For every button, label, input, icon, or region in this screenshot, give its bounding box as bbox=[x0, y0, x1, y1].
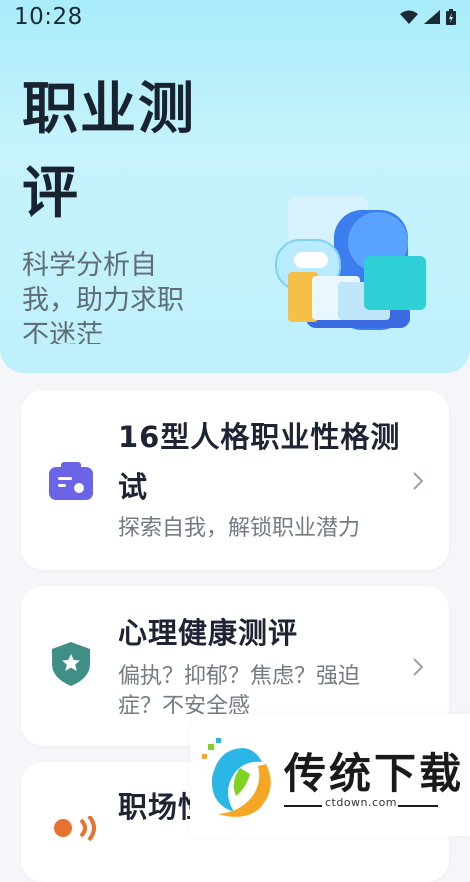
signal-icon bbox=[424, 10, 440, 24]
card-title: 16型人格职业性格测试 bbox=[118, 420, 401, 504]
status-bar: 10:28 bbox=[0, 0, 470, 34]
chevron-right-icon bbox=[413, 472, 424, 490]
battery-icon bbox=[446, 9, 456, 25]
card-description: 探索自我，解锁职业潜力 bbox=[118, 516, 361, 541]
watermark-text: 传统下载 bbox=[284, 749, 465, 798]
logo-icon bbox=[202, 738, 271, 817]
watermark-logo: 传统下载 ctdown.com bbox=[190, 714, 470, 836]
status-icons bbox=[400, 9, 456, 25]
status-time: 10:28 bbox=[14, 4, 83, 30]
divider bbox=[398, 805, 438, 807]
test-card-personality[interactable]: 16型人格职业性格测试 探索自我，解锁职业潜力 bbox=[21, 390, 449, 570]
chevron-right-icon bbox=[413, 658, 424, 676]
hero-illustration bbox=[275, 196, 426, 330]
shield-star-icon bbox=[52, 642, 90, 686]
card-description: 偏执？抑郁？焦虑？强迫症？不安全感 bbox=[118, 664, 361, 714]
hero-banner: 职业测评 科学分析自我，助力求职不迷茫 bbox=[0, 0, 470, 373]
watermark-domain: ctdown.com bbox=[324, 796, 398, 809]
hero-subtitle: 科学分析自我，助力求职不迷茫 bbox=[22, 250, 184, 344]
card-title: 心理健康测评 bbox=[118, 616, 299, 650]
page-title: 职业测评 bbox=[22, 77, 196, 226]
wifi-icon bbox=[400, 10, 418, 24]
briefcase-icon bbox=[49, 462, 93, 500]
person-signal-icon bbox=[54, 816, 96, 842]
